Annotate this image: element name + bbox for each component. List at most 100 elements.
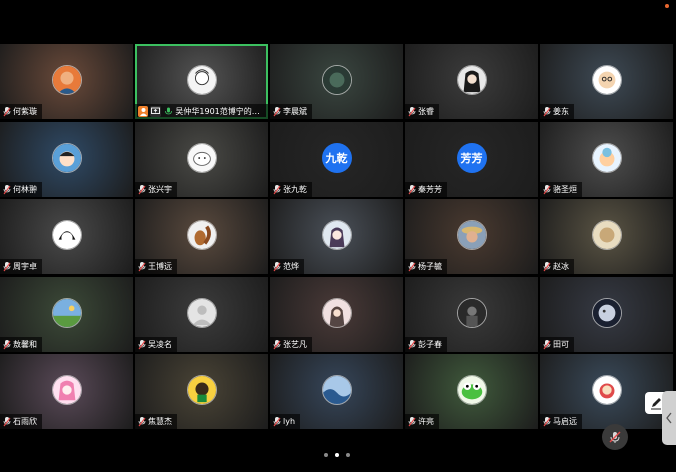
mute-button[interactable] [602, 424, 628, 450]
name-bar: 李晨斌 [270, 104, 312, 119]
pen-icon [651, 398, 661, 410]
muted-mic-icon [408, 416, 416, 427]
name-bar: 杨子毓 [405, 259, 447, 274]
avatar [591, 297, 622, 328]
muted-mic-icon [543, 416, 551, 427]
participant-tile[interactable]: 田可 [540, 276, 673, 352]
avatar [321, 220, 352, 250]
muted-mic-icon [273, 106, 281, 117]
participant-tile[interactable]: 王博远 [135, 199, 268, 274]
participant-tile[interactable]: 彭子春 [405, 276, 538, 352]
page-dot[interactable] [346, 453, 350, 457]
name-bar: 王博远 [135, 259, 177, 274]
participant-name: 张兴宇 [148, 184, 172, 194]
participant-tile[interactable]: 赵冰 [540, 199, 673, 274]
participant-tile[interactable]: lyh [270, 354, 403, 429]
participant-tile[interactable]: 姜东 [540, 44, 673, 119]
muted-mic-icon [3, 261, 11, 272]
participant-tile[interactable]: 吴仲华1901范博宁的屏... [135, 44, 268, 119]
avatar [321, 297, 352, 328]
avatar [186, 65, 217, 95]
participant-tile[interactable]: 周宇卓 [0, 199, 133, 274]
participant-tile[interactable]: 张兴宇 [135, 121, 268, 197]
participant-tile[interactable]: 张艺凡 [270, 276, 403, 352]
participant-tile[interactable]: 何林翀 [0, 121, 133, 197]
side-panel-tab[interactable] [662, 391, 676, 445]
muted-mic-icon [543, 261, 551, 272]
name-bar: 姜东 [540, 104, 574, 119]
avatar [186, 220, 217, 250]
muted-mic-icon [408, 106, 416, 117]
participant-tile[interactable]: 敖馨和 [0, 276, 133, 352]
page-dot[interactable] [324, 453, 328, 457]
participant-tile[interactable]: 李晨斌 [270, 44, 403, 119]
avatar [51, 65, 82, 95]
active-mic-icon [163, 106, 173, 117]
host-user-icon [138, 106, 149, 117]
participant-name: 张睿 [418, 107, 434, 116]
avatar [591, 220, 622, 250]
participant-name: 秦芳芳 [418, 184, 442, 194]
name-bar: 赵冰 [540, 259, 574, 274]
name-bar: 许亮 [405, 414, 439, 429]
participant-tile[interactable]: 九乾 张九乾 [270, 121, 403, 197]
name-bar: lyh [270, 414, 301, 429]
muted-mic-icon [3, 106, 11, 117]
muted-mic-icon [138, 339, 146, 350]
participant-name: 姜东 [553, 107, 569, 116]
participant-name: 彭子春 [418, 339, 442, 349]
muted-mic-icon [543, 106, 551, 117]
participant-name: 骆圣烜 [553, 184, 577, 194]
muted-mic-icon [408, 261, 416, 272]
name-bar: 石雨欣 [0, 414, 42, 429]
participant-name: 王博远 [148, 262, 172, 271]
participant-name: 张艺凡 [283, 339, 307, 349]
participant-tile[interactable]: 许亮 [405, 354, 538, 429]
notification-dot [665, 4, 669, 8]
avatar: 芳芳 [456, 142, 487, 173]
name-bar: 吴仲华1901范博宁的屏... [135, 104, 268, 119]
name-bar: 张九乾 [270, 181, 312, 197]
participant-tile[interactable]: 杨子毓 [405, 199, 538, 274]
name-bar: 敖馨和 [0, 336, 42, 352]
avatar [321, 65, 352, 95]
participant-name: 何紫璇 [13, 107, 37, 116]
participant-name: 杨子毓 [418, 262, 442, 271]
avatar [456, 220, 487, 250]
page-indicator[interactable] [324, 453, 350, 457]
avatar [51, 375, 82, 405]
name-bar: 范烨 [270, 259, 304, 274]
avatar [186, 375, 217, 405]
participant-tile[interactable]: 石雨欣 [0, 354, 133, 429]
name-bar: 焦慧杰 [135, 414, 177, 429]
participant-tile[interactable]: 吴凌名 [135, 276, 268, 352]
name-bar: 田可 [540, 336, 574, 352]
muted-mic-icon [273, 416, 281, 427]
participant-name: lyh [283, 417, 296, 426]
avatar [186, 297, 217, 328]
name-bar: 彭子春 [405, 336, 447, 352]
name-bar: 张睿 [405, 104, 439, 119]
participant-tile[interactable]: 骆圣烜 [540, 121, 673, 197]
screen-share-icon [150, 106, 161, 117]
participant-name: 李晨斌 [283, 107, 307, 116]
avatar [591, 375, 622, 405]
avatar [456, 297, 487, 328]
muted-mic-icon [543, 184, 551, 195]
participant-name: 敖馨和 [13, 339, 37, 349]
name-bar: 吴凌名 [135, 336, 177, 352]
muted-mic-icon [543, 339, 551, 350]
participant-name: 吴凌名 [148, 339, 172, 349]
participant-name: 吴仲华1901范博宁的屏... [175, 107, 263, 116]
avatar [51, 297, 82, 328]
participant-tile[interactable]: 范烨 [270, 199, 403, 274]
page-dot[interactable] [335, 453, 339, 457]
participant-tile[interactable]: 芳芳秦芳芳 [405, 121, 538, 197]
participant-name: 马启远 [553, 417, 577, 426]
name-bar: 周宇卓 [0, 259, 42, 274]
participant-tile[interactable]: 何紫璇 [0, 44, 133, 119]
participant-name: 范烨 [283, 262, 299, 271]
muted-mic-icon [3, 339, 11, 350]
participant-tile[interactable]: 焦慧杰 [135, 354, 268, 429]
participant-tile[interactable]: 张睿 [405, 44, 538, 119]
